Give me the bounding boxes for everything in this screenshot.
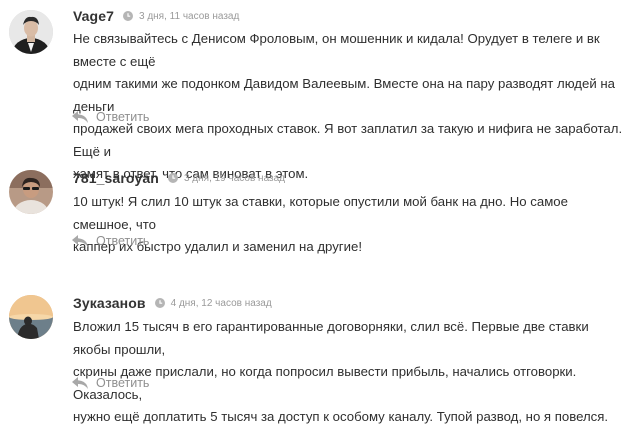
user-avatar-icon[interactable] [9,170,53,214]
clock-icon [167,173,178,183]
comment-username[interactable]: Зуказанов [73,295,146,311]
comment-meta: Зуказанов 4 дня, 12 часов назад [73,292,272,314]
comment-text: Не связывайтесь с Денисом Фроловым, он м… [73,28,629,186]
reply-label: Ответить [96,110,150,124]
comment-timestamp: 3 дня, 11 часов назад [138,10,240,22]
user-avatar-icon[interactable] [9,10,53,54]
comments-list: Vage7 3 дня, 11 часов назад Не связывайт… [0,0,635,424]
reply-button[interactable]: Ответить [72,376,149,390]
comment-text: 10 штук! Я слил 10 штук за ставки, котор… [73,191,629,259]
comment-username[interactable]: 781_saroyan [73,170,159,186]
reply-arrow-icon [72,235,88,247]
comment-timestamp: 3 дня, 19 часов назад [183,172,286,184]
comment-text-line: нужно ещё доплатить 5 тысяч за доступ к … [73,409,609,424]
comment-text-line: 10 штук! Я слил 10 штук за ставки, котор… [73,194,568,232]
comment-text-line: Не связывайтесь с Денисом Фроловым, он м… [73,31,600,69]
comment-timestamp: 4 дня, 12 часов назад [170,297,272,309]
clock-icon [154,298,165,308]
comment-text: Вложил 15 тысяч в его гарантированные до… [73,316,629,429]
reply-arrow-icon [72,111,88,123]
comment-text-line: Вложил 15 тысяч в его гарантированные до… [73,319,589,357]
comment-text-line: продажей своих мега проходных ставок. Я … [73,121,623,159]
comment-text-line: одним такими же подонком Давидом Валеевы… [73,76,615,114]
reply-button[interactable]: Ответить [72,110,149,124]
comment-text-line: скрины даже прислали, но когда попросил … [73,364,577,402]
comment-meta: 781_saroyan 3 дня, 19 часов назад [73,167,285,189]
comment-username[interactable]: Vage7 [73,8,114,24]
reply-label: Ответить [96,234,150,248]
comment-meta: Vage7 3 дня, 11 часов назад [73,5,239,27]
comment-text-line: каппер их быстро удалил и заменил на дру… [73,239,362,254]
user-avatar-icon[interactable] [9,295,53,339]
reply-button[interactable]: Ответить [72,234,149,248]
reply-label: Ответить [96,376,150,390]
reply-arrow-icon [72,377,88,389]
clock-icon [122,11,133,21]
